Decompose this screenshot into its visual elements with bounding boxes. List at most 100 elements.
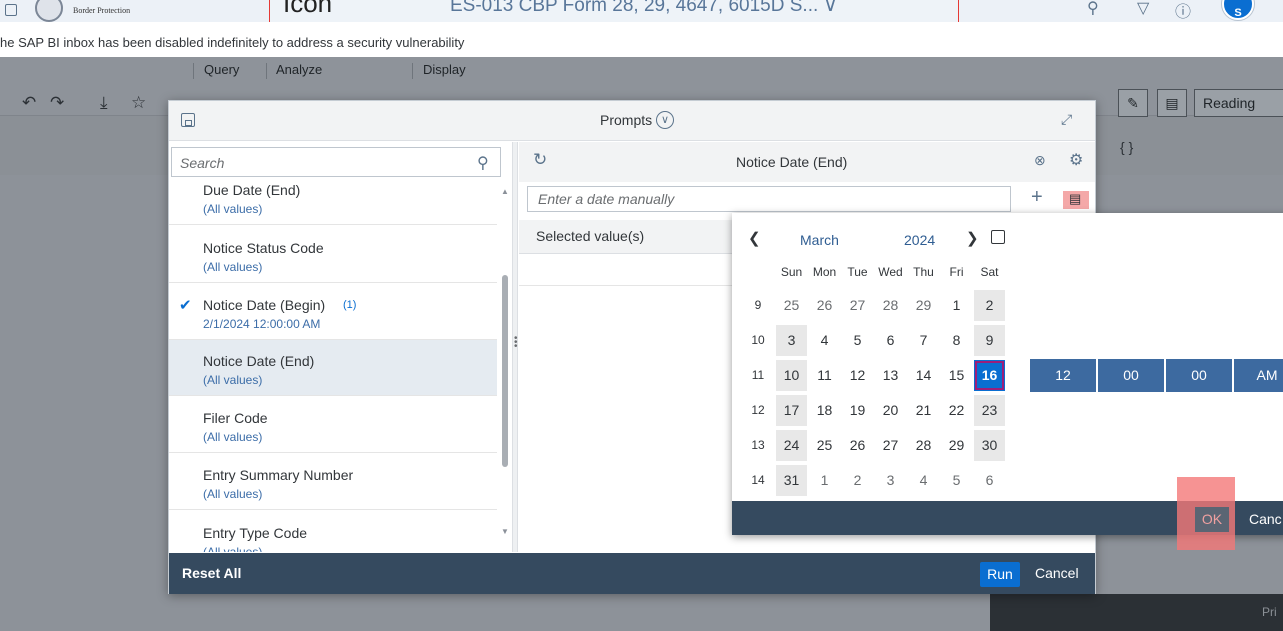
calendar-day[interactable]: 6	[875, 325, 906, 356]
calendar-day[interactable]: 3	[875, 465, 906, 496]
calendar-day[interactable]: 6	[974, 465, 1005, 496]
calendar-day[interactable]: 5	[842, 325, 873, 356]
search-icon[interactable]: ⚲	[1087, 0, 1099, 18]
next-month-icon[interactable]: ❯	[966, 229, 979, 247]
calendar-day[interactable]: 31	[776, 465, 807, 496]
calendar-day[interactable]: 10	[776, 360, 807, 391]
prompt-list-item[interactable]: Due Date (End) (All values)	[169, 182, 497, 225]
calendar-day[interactable]: 12	[842, 360, 873, 391]
toolbar-group-display[interactable]: Display	[423, 62, 466, 77]
calendar-day[interactable]: 8	[941, 325, 972, 356]
date-input[interactable]: Enter a date manually	[527, 186, 1011, 212]
pencil-icon[interactable]: ✎	[1118, 89, 1148, 117]
download-icon[interactable]: ⤓	[100, 93, 108, 113]
gear-icon[interactable]: ⚙	[1069, 150, 1083, 170]
undo-icon[interactable]: ↶	[22, 93, 36, 113]
calendar-day[interactable]: 29	[941, 430, 972, 461]
calendar-day[interactable]: 4	[809, 325, 840, 356]
prompt-list-item[interactable]: ✔ Notice Date (Begin) (1) 2/1/2024 12:00:00…	[169, 284, 497, 340]
calendar-day[interactable]: 30	[974, 430, 1005, 461]
toolbar-group-query[interactable]: Query	[204, 62, 239, 77]
drag-handle-icon[interactable]: • • •	[514, 334, 518, 352]
prompt-name: Notice Date (Begin)	[203, 297, 326, 313]
chevron-down-icon[interactable]: ∨	[656, 111, 674, 129]
calendar-day[interactable]: 29	[908, 290, 939, 321]
calendar-day[interactable]: 1	[941, 290, 972, 321]
run-button[interactable]: Run	[980, 562, 1020, 587]
pane-splitter[interactable]: • • •	[512, 142, 518, 552]
picker-cancel-button[interactable]: Canc	[1249, 511, 1282, 527]
calendar-day[interactable]: 7	[908, 325, 939, 356]
weekday-label: Sun	[780, 265, 803, 279]
prompt-list-item[interactable]: Filer Code (All values)	[169, 397, 497, 453]
minute-segment[interactable]: 00	[1098, 359, 1164, 392]
clear-values-icon[interactable]: ⊗	[1034, 152, 1046, 169]
view-mode-select[interactable]: Reading	[1194, 89, 1283, 117]
calendar-day[interactable]: 23	[974, 395, 1005, 426]
scroll-up-icon[interactable]: ▲	[501, 187, 509, 196]
reset-all-button[interactable]: Reset All	[182, 565, 241, 581]
calendar-day[interactable]: 3	[776, 325, 807, 356]
second-segment[interactable]: 00	[1166, 359, 1232, 392]
avatar[interactable]: S	[1222, 0, 1254, 20]
toolbar-group-analyze[interactable]: Analyze	[276, 62, 322, 77]
calendar-day[interactable]: 11	[809, 360, 840, 391]
help-icon[interactable]: ⓘ	[1175, 0, 1191, 22]
prompt-list-item[interactable]: Notice Status Code (All values)	[169, 227, 497, 283]
braces-icon[interactable]: { }	[1120, 139, 1133, 155]
prompt-list-item[interactable]: Notice Date (End) (All values)	[169, 340, 497, 396]
calendar-day[interactable]: 20	[875, 395, 906, 426]
home-icon[interactable]	[5, 4, 17, 16]
save-icon[interactable]	[181, 113, 195, 127]
selected-values-label: Selected value(s)	[536, 228, 645, 244]
calendar-day[interactable]: 18	[809, 395, 840, 426]
search-icon[interactable]: ⚲	[477, 153, 489, 173]
ampm-segment[interactable]: AM	[1234, 359, 1283, 392]
calendar-day[interactable]: 13	[875, 360, 906, 391]
prompt-count: (1)	[343, 299, 357, 311]
month-selector[interactable]: March	[800, 232, 839, 248]
calendar-day[interactable]: 22	[941, 395, 972, 426]
calendar-day[interactable]: 28	[875, 290, 906, 321]
calendar-day[interactable]: 24	[776, 430, 807, 461]
calendar-day[interactable]: 25	[809, 430, 840, 461]
calendar-day[interactable]: 16	[974, 360, 1005, 391]
prompt-list-item[interactable]: Entry Type Code (All values)	[169, 512, 497, 552]
add-icon[interactable]: +	[1031, 186, 1043, 209]
calendar-day[interactable]: 1	[809, 465, 840, 496]
calendar-icon[interactable]	[991, 230, 1005, 244]
prompt-list-item[interactable]: Entry Summary Number (All values)	[169, 454, 497, 510]
calendar-day[interactable]: 28	[908, 430, 939, 461]
calendar-button[interactable]: ▤	[1063, 191, 1089, 209]
calendar-day[interactable]: 26	[809, 290, 840, 321]
calendar-day[interactable]: 27	[875, 430, 906, 461]
calendar-day[interactable]: 26	[842, 430, 873, 461]
calendar-day[interactable]: 21	[908, 395, 939, 426]
refresh-icon[interactable]: ↻	[533, 150, 547, 170]
calendar-day[interactable]: 17	[776, 395, 807, 426]
scroll-down-icon[interactable]: ▼	[501, 527, 509, 536]
year-selector[interactable]: 2024	[904, 232, 935, 248]
prev-month-icon[interactable]: ❮	[748, 229, 761, 247]
calendar-day[interactable]: 2	[842, 465, 873, 496]
calendar-day[interactable]: 15	[941, 360, 972, 391]
calendar-day[interactable]: 25	[776, 290, 807, 321]
hour-segment[interactable]: 12	[1030, 359, 1096, 392]
calendar-day[interactable]: 4	[908, 465, 939, 496]
calendar-day[interactable]: 27	[842, 290, 873, 321]
calendar-day[interactable]: 14	[908, 360, 939, 391]
ok-button[interactable]: OK	[1195, 507, 1229, 532]
calendar-day[interactable]: 9	[974, 325, 1005, 356]
clipboard-icon[interactable]: ▤	[1157, 89, 1187, 117]
search-input[interactable]: Search ⚲	[171, 147, 501, 177]
scrollbar[interactable]: ▲ ▼	[500, 187, 510, 547]
scroll-thumb[interactable]	[502, 275, 508, 467]
star-icon[interactable]: ☆	[131, 93, 146, 113]
bell-icon[interactable]: ▽	[1137, 0, 1149, 18]
cancel-button[interactable]: Cancel	[1035, 565, 1079, 581]
redo-icon[interactable]: ↷	[50, 93, 64, 113]
expand-icon[interactable]: ⤢	[1061, 111, 1077, 129]
calendar-day[interactable]: 19	[842, 395, 873, 426]
calendar-day[interactable]: 5	[941, 465, 972, 496]
calendar-day[interactable]: 2	[974, 290, 1005, 321]
